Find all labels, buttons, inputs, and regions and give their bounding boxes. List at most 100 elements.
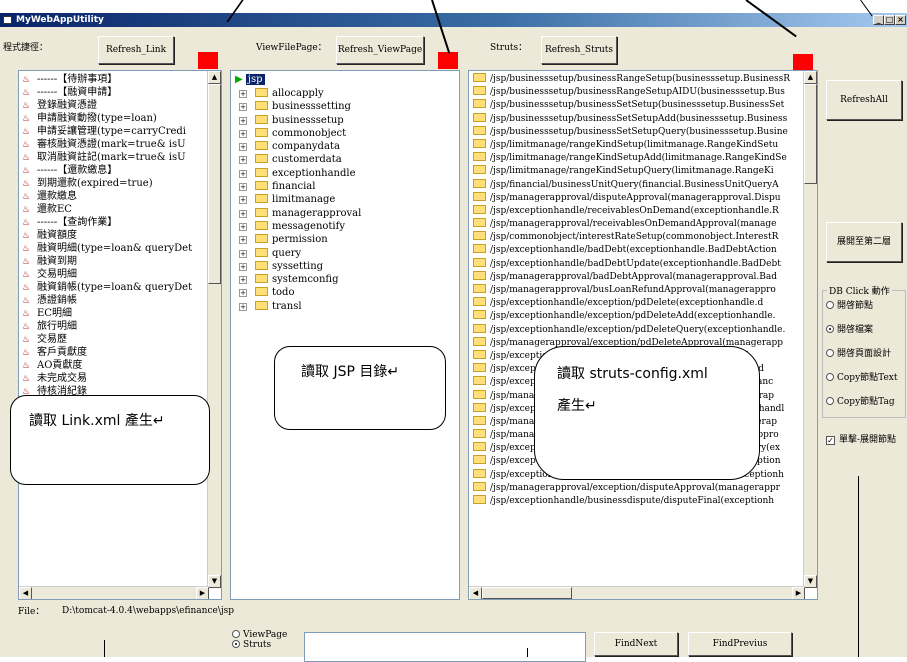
struts-item[interactable]: /jsp/businesssetup/businessRangeSetup(bu… bbox=[469, 73, 805, 86]
tree-folder[interactable]: + permission bbox=[233, 233, 361, 246]
struts-item[interactable]: /jsp/managerapproval/receivablesOnDemand… bbox=[469, 218, 805, 231]
struts-item[interactable]: /jsp/exceptionhandle/exception/pdDeleteA… bbox=[469, 310, 805, 323]
link-item[interactable]: ♨ 融資銷帳(type=loan& queryDet bbox=[19, 281, 209, 294]
refresh-link-button[interactable]: Refresh_Link bbox=[98, 36, 174, 64]
expand-icon[interactable]: + bbox=[239, 302, 247, 311]
link-item[interactable]: ♨ 融資到期 bbox=[19, 255, 209, 268]
link-item[interactable]: ♨ EC明細 bbox=[19, 307, 209, 320]
tree-folder[interactable]: + transl bbox=[233, 300, 361, 313]
expand-icon[interactable]: + bbox=[239, 116, 247, 125]
expand-icon[interactable]: + bbox=[239, 249, 247, 258]
struts-item[interactable]: /jsp/exceptionhandle/receivablesOnDemand… bbox=[469, 204, 805, 218]
jsp-tree[interactable]: ▶ jsp + allocapply + businesssetting + busine… bbox=[230, 70, 460, 600]
link-item[interactable]: ♨ 交易明細 bbox=[19, 268, 209, 281]
tree-folder[interactable]: + messagenotify bbox=[233, 220, 361, 233]
expand-icon[interactable]: + bbox=[239, 209, 247, 218]
link-list-hscrollbar[interactable]: ◀ ▶ bbox=[19, 586, 209, 599]
expand-level2-button[interactable]: 展開至第二層 bbox=[826, 222, 902, 262]
struts-item[interactable]: /jsp/businesssetup/businessRangeSetupAID… bbox=[469, 86, 805, 99]
struts-list-vscrollbar[interactable]: ▲ ▼ bbox=[803, 71, 817, 588]
expand-icon[interactable]: + bbox=[239, 289, 247, 298]
radio-viewpage[interactable]: ViewPage bbox=[232, 630, 287, 640]
find-previous-button[interactable]: FindPrevius bbox=[688, 632, 792, 656]
struts-item[interactable]: /jsp/managerapproval/badDebtApproval(man… bbox=[469, 270, 805, 284]
link-list[interactable]: ♨ ------【待辦事項】 ♨ ------【融資申請】 ♨ 登錄融資憑證 ♨ 申請融資動撥… bbox=[18, 70, 222, 600]
link-item[interactable]: ♨ ------【待辦事項】 bbox=[19, 73, 209, 86]
scroll-left-icon[interactable]: ◀ bbox=[469, 587, 482, 599]
struts-item[interactable]: /jsp/businesssetup/businessSetSetupAdd(b… bbox=[469, 112, 805, 126]
link-item[interactable]: ♨ 憑證銷帳 bbox=[19, 294, 209, 307]
tree-folder[interactable]: + syssetting bbox=[233, 260, 361, 273]
radio-struts[interactable]: Struts bbox=[232, 640, 287, 650]
tree-folder[interactable]: + todo bbox=[233, 286, 361, 299]
struts-item[interactable]: /jsp/businesssetup/businessSetSetupQuery… bbox=[469, 125, 805, 139]
link-item[interactable]: ♨ 未完成交易 bbox=[19, 372, 209, 385]
link-item[interactable]: ♨ 旅行明細 bbox=[19, 320, 209, 333]
scroll-thumb[interactable] bbox=[804, 84, 817, 184]
scroll-thumb[interactable] bbox=[208, 84, 221, 284]
expand-icon[interactable]: + bbox=[239, 196, 247, 205]
struts-item[interactable]: /jsp/exceptionhandle/badDebtUpdate(excep… bbox=[469, 257, 805, 271]
db-click-radio[interactable]: 開啓頁面設計 bbox=[826, 345, 897, 369]
expand-icon[interactable]: + bbox=[239, 222, 247, 231]
struts-item[interactable]: /jsp/managerapproval/busLoanRefundApprov… bbox=[469, 284, 805, 297]
find-next-button[interactable]: FindNext bbox=[594, 632, 678, 656]
search-input[interactable] bbox=[304, 632, 586, 662]
struts-item[interactable]: /jsp/exceptionhandle/badDebt(exceptionha… bbox=[469, 244, 805, 257]
tree-folder[interactable]: + query bbox=[233, 247, 361, 260]
struts-item[interactable]: /jsp/exceptionhandle/exception/pdDelete(… bbox=[469, 297, 805, 310]
tree-folder[interactable]: + exceptionhandle bbox=[233, 167, 361, 180]
link-item[interactable]: ♨ 申請妥讓管理(type=carryCredi bbox=[19, 125, 209, 138]
close-button[interactable]: × bbox=[895, 15, 906, 25]
tree-folder[interactable]: + managerapproval bbox=[233, 207, 361, 220]
link-item[interactable]: ♨ 申請融資動撥(type=loan) bbox=[19, 112, 209, 125]
struts-item[interactable]: /jsp/exceptionhandle/businessdispute/dis… bbox=[469, 495, 805, 508]
link-item[interactable]: ♨ AO貢獻度 bbox=[19, 359, 209, 372]
link-item[interactable]: ♨ 取消融資註記(mark=true& isU bbox=[19, 151, 209, 164]
struts-item[interactable]: /jsp/businesssetup/businessSetSetup(busi… bbox=[469, 99, 805, 112]
link-item[interactable]: ♨ 還款繳息 bbox=[19, 190, 209, 203]
expand-icon[interactable]: + bbox=[239, 143, 247, 152]
tree-folder[interactable]: + companydata bbox=[233, 140, 361, 153]
link-item[interactable]: ♨ 交易歷 bbox=[19, 333, 209, 346]
tree-folder[interactable]: + systemconfig bbox=[233, 273, 361, 286]
db-click-radio[interactable]: Copy節點Text bbox=[826, 369, 897, 393]
expand-icon[interactable]: + bbox=[239, 156, 247, 165]
link-item[interactable]: ♨ 融資額度 bbox=[19, 229, 209, 242]
struts-item[interactable]: /jsp/exceptionhandle/exception/pdDeleteQ… bbox=[469, 323, 805, 337]
link-item[interactable]: ♨ ------【還款繳息】 bbox=[19, 164, 209, 177]
scroll-up-icon[interactable]: ▲ bbox=[208, 71, 221, 84]
struts-item[interactable]: /jsp/managerapproval/exception/disputeAp… bbox=[469, 481, 805, 495]
expand-icon[interactable]: + bbox=[239, 169, 247, 178]
expand-icon[interactable]: + bbox=[239, 183, 247, 192]
struts-item[interactable]: /jsp/limitmanage/rangeKindSetup(limitman… bbox=[469, 138, 805, 152]
link-item[interactable]: ♨ 審核融資憑證(mark=true& isU bbox=[19, 138, 209, 151]
tree-folder[interactable]: + customerdata bbox=[233, 153, 361, 166]
link-item[interactable]: ♨ 客戶貢獻度 bbox=[19, 346, 209, 359]
tree-folder[interactable]: + businesssetting bbox=[233, 100, 361, 113]
link-item[interactable]: ♨ 還款EC bbox=[19, 203, 209, 216]
scroll-thumb[interactable] bbox=[482, 587, 572, 599]
link-item[interactable]: ♨ 到期還款(expired=true) bbox=[19, 177, 209, 190]
expand-icon[interactable]: + bbox=[239, 236, 247, 245]
tree-folder[interactable]: + allocapply bbox=[233, 87, 361, 100]
struts-item[interactable]: /jsp/limitmanage/rangeKindSetupQuery(lim… bbox=[469, 165, 805, 178]
db-click-radio[interactable]: 開啓檔案 bbox=[826, 321, 897, 345]
scroll-right-icon[interactable]: ▶ bbox=[792, 587, 805, 599]
scroll-down-icon[interactable]: ▼ bbox=[804, 575, 817, 588]
struts-item[interactable]: /jsp/commonobject/interestRateSetup(comm… bbox=[469, 231, 805, 244]
expand-icon[interactable]: + bbox=[239, 262, 247, 271]
expand-icon[interactable]: + bbox=[239, 129, 247, 138]
minimize-button[interactable]: _ bbox=[873, 15, 884, 25]
struts-item[interactable]: /jsp/managerapproval/disputeApproval(man… bbox=[469, 191, 805, 205]
link-item[interactable]: ♨ 登錄融資憑證 bbox=[19, 99, 209, 112]
link-item[interactable]: ♨ ------【融資申請】 bbox=[19, 86, 209, 99]
link-list-vscrollbar[interactable]: ▲ ▼ bbox=[207, 71, 221, 588]
scroll-right-icon[interactable]: ▶ bbox=[196, 587, 209, 599]
struts-list-hscrollbar[interactable]: ◀ ▶ bbox=[469, 586, 805, 599]
maximize-button[interactable]: □ bbox=[884, 15, 895, 25]
scroll-up-icon[interactable]: ▲ bbox=[804, 71, 817, 84]
db-click-radio[interactable]: Copy節點Tag bbox=[826, 393, 897, 417]
struts-item[interactable]: /jsp/financial/businessUnitQuery(financi… bbox=[469, 178, 805, 192]
tree-folder[interactable]: + limitmanage bbox=[233, 193, 361, 206]
